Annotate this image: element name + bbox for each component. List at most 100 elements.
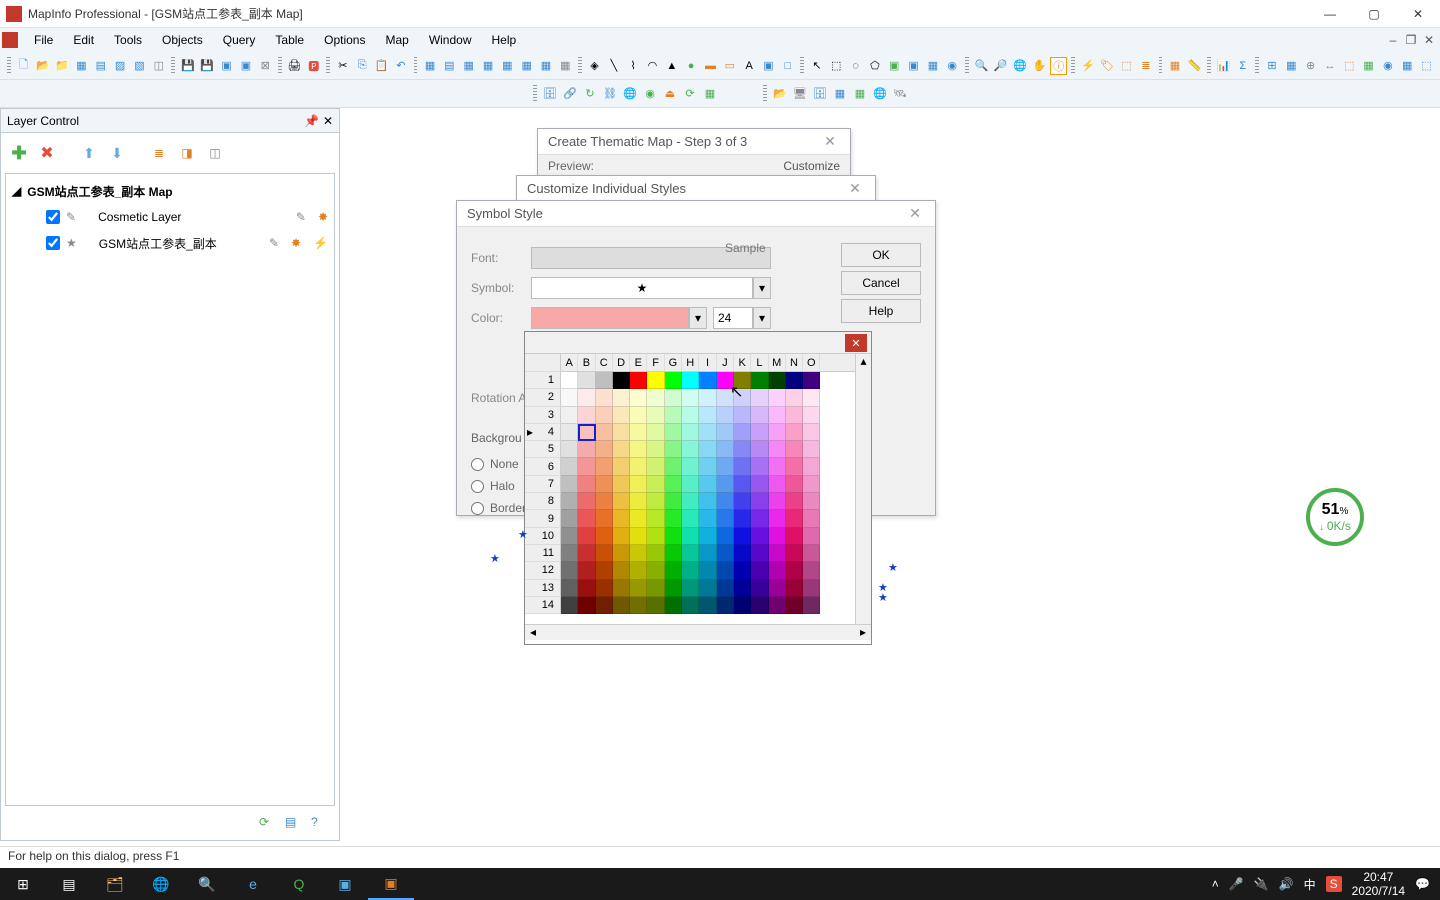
color-dropdown[interactable] [531,307,689,329]
menu-help[interactable]: Help [482,30,527,50]
color-cell[interactable] [734,580,751,597]
map-point-star[interactable]: ★ [888,561,898,574]
close-button[interactable]: ✕ [1396,0,1440,28]
color-cell[interactable] [613,545,630,562]
color-cell[interactable] [578,493,595,510]
copy-icon[interactable]: ⎘ [354,57,371,75]
change-view-icon[interactable]: 🌐 [1011,57,1028,75]
move-down-button[interactable]: ⬇ [105,141,129,165]
new-map2-icon[interactable]: ▦ [479,57,496,75]
color-cell[interactable] [630,545,647,562]
mdi-close-button[interactable]: ✕ [1420,33,1438,47]
hotlink-icon[interactable]: ⚡ [1079,57,1096,75]
close-icon[interactable]: ✕ [845,180,865,197]
toolbar-grip[interactable] [1159,57,1163,75]
color-cell[interactable] [561,424,578,441]
color-cell[interactable] [803,545,820,562]
new-browser2-icon[interactable]: ▦ [460,57,477,75]
close-ws-icon[interactable]: ▣ [237,57,254,75]
color-cell[interactable] [699,476,716,493]
color-cell[interactable] [682,407,699,424]
menu-file[interactable]: File [24,30,63,50]
select-tool-icon[interactable]: ↖ [808,57,825,75]
color-cell[interactable] [699,562,716,579]
color-cell[interactable] [665,597,682,614]
color-cell[interactable] [769,424,786,441]
make-mapable-icon[interactable]: 🌐 [621,85,639,103]
color-cell[interactable] [682,372,699,389]
color-cell[interactable] [769,476,786,493]
layer-visible-checkbox[interactable] [46,236,60,250]
color-cell[interactable] [769,458,786,475]
color-cell[interactable] [578,510,595,527]
color-cell[interactable] [561,545,578,562]
color-cell[interactable] [717,407,734,424]
mdi-restore-button[interactable]: ❐ [1402,33,1420,47]
boundary-select-icon[interactable]: ▣ [886,57,903,75]
zoom-in-icon[interactable]: 🔍 [973,57,990,75]
new-map-icon[interactable]: ▦ [73,57,90,75]
color-cell[interactable] [647,476,664,493]
color-cell[interactable] [665,528,682,545]
color-cell[interactable] [578,458,595,475]
mic-icon[interactable]: 🎤 [1229,877,1244,891]
color-cell[interactable] [699,458,716,475]
color-cell[interactable] [630,458,647,475]
color-cell[interactable] [682,389,699,406]
color-cell[interactable] [596,580,613,597]
color-cell[interactable] [647,493,664,510]
color-cell[interactable] [561,407,578,424]
new-table-icon[interactable]: ▦ [421,57,438,75]
color-cell[interactable] [803,510,820,527]
layer-style-icon[interactable]: ✎ [296,210,306,224]
color-cell[interactable] [647,441,664,458]
layer-label-icon[interactable]: ◫ [203,141,227,165]
color-cell[interactable] [786,597,803,614]
arc-icon[interactable]: ◠ [644,57,661,75]
polygon-icon[interactable]: ▲ [663,57,680,75]
app4-icon[interactable]: ▣ [322,868,368,900]
color-cell[interactable] [647,528,664,545]
color-cell[interactable] [578,389,595,406]
color-picker-close-icon[interactable]: ✕ [845,334,867,352]
color-cell[interactable] [665,372,682,389]
color-cell[interactable] [751,580,768,597]
color-cell[interactable] [699,407,716,424]
color-cell[interactable] [786,545,803,562]
color-cell[interactable] [769,528,786,545]
color-cell[interactable] [665,407,682,424]
color-cell[interactable] [613,476,630,493]
color-cell[interactable] [561,493,578,510]
color-cell[interactable] [630,493,647,510]
color-cell[interactable] [734,476,751,493]
color-cell[interactable] [734,389,751,406]
layer-ctrl-icon[interactable]: ≣ [1137,57,1154,75]
color-cell[interactable] [769,597,786,614]
symbol-dropdown[interactable]: ★ [531,277,753,299]
color-cell[interactable] [596,441,613,458]
color-cell[interactable] [717,389,734,406]
help-button[interactable]: Help [841,299,921,323]
customize-link[interactable]: Customize [783,159,840,173]
undo-icon[interactable]: ↶ [392,57,409,75]
color-cell[interactable] [769,562,786,579]
color-cell[interactable] [803,441,820,458]
change-sym-icon[interactable]: ◉ [641,85,659,103]
color-cell[interactable] [647,597,664,614]
open-wms-icon[interactable]: 📂 [771,85,789,103]
color-cell[interactable] [717,424,734,441]
volume-icon[interactable]: 🔊 [1279,877,1294,891]
color-cell[interactable] [699,441,716,458]
color-cell[interactable] [769,493,786,510]
reshape-icon[interactable]: □ [779,57,796,75]
color-cell[interactable] [786,372,803,389]
color-cell[interactable] [561,476,578,493]
menu-objects[interactable]: Objects [152,30,213,50]
map-point-star[interactable]: ★ [490,552,500,565]
color-cell[interactable] [665,476,682,493]
color-cell[interactable] [613,580,630,597]
paste-icon[interactable]: 📋 [373,57,390,75]
grabber-icon[interactable]: ✋ [1031,57,1048,75]
color-cell[interactable] [769,510,786,527]
color-cell[interactable] [769,407,786,424]
